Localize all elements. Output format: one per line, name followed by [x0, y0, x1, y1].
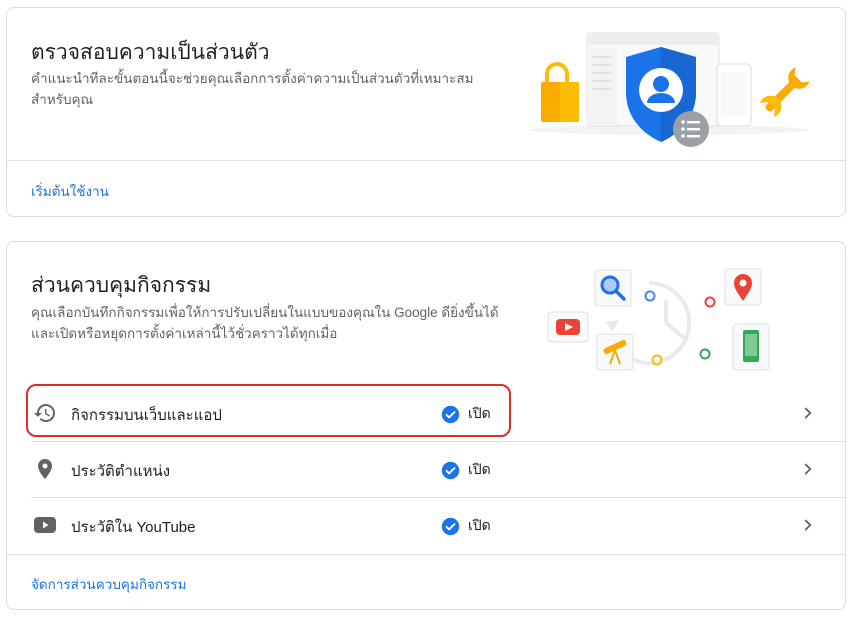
activity-controls-card: ส่วนควบคุมกิจกรรม คุณเลือกบันทึกกิจกรรมเ…: [6, 241, 846, 610]
privacy-illustration: [529, 32, 810, 147]
row-status-location: เปิด: [441, 459, 491, 481]
status-text: เปิด: [468, 517, 491, 533]
phone-icon: [732, 323, 770, 371]
row-status-youtube: เปิด: [441, 515, 491, 537]
history-icon: [34, 404, 55, 422]
chevron-right-icon: [804, 463, 812, 475]
search-icon: [594, 269, 632, 307]
location-pin-icon: [38, 459, 52, 479]
activity-row-web-app[interactable]: กิจกรรมบนเว็บและแอป เปิด: [31, 385, 821, 440]
activity-card-description: คุณเลือกบันทึกกิจกรรมเพื่อให้การปรับเปลี…: [31, 305, 499, 341]
activity-card-divider: [7, 554, 845, 555]
chevron-right-icon: [804, 407, 812, 419]
row-status-web-app: เปิด: [441, 403, 491, 425]
telescope-icon: [596, 333, 634, 371]
privacy-checkup-card: ตรวจสอบความเป็นส่วนตัว คำแนะนำทีละขั้นตอ…: [6, 7, 846, 217]
status-text: เปิด: [468, 405, 491, 421]
youtube-icon: [34, 517, 56, 533]
status-text: เปิด: [468, 461, 491, 477]
manage-activity-controls-link[interactable]: จัดการส่วนควบคุมกิจกรรม: [31, 573, 187, 595]
map-pin-icon: [724, 268, 762, 306]
activity-illustration: [547, 268, 770, 371]
privacy-card-title: ตรวจสอบความเป็นส่วนตัว: [31, 41, 270, 64]
activity-card-title: ส่วนควบคุมกิจกรรม: [31, 274, 212, 297]
lock-icon: [541, 62, 579, 122]
activity-row-youtube[interactable]: ประวัติใน YouTube เปิด: [31, 497, 821, 552]
check-circle-icon: [441, 405, 460, 423]
activity-row-location[interactable]: ประวัติตำแหน่ง เปิด: [31, 441, 821, 496]
privacy-card-description: คำแนะนำทีละขั้นตอนนี้จะช่วยคุณเลือกการตั…: [31, 71, 474, 107]
privacy-card-divider: [7, 160, 845, 161]
list-icon: [673, 111, 709, 147]
row-label-youtube: ประวัติใน YouTube: [71, 519, 196, 536]
youtube-icon: [547, 311, 589, 343]
row-label-web-app: กิจกรรมบนเว็บและแอป: [71, 407, 222, 424]
get-started-link[interactable]: เริ่มต้นใช้งาน: [31, 180, 109, 202]
check-circle-icon: [441, 517, 460, 535]
check-circle-icon: [441, 461, 460, 479]
phone-icon: [716, 63, 752, 127]
row-label-location: ประวัติตำแหน่ง: [71, 463, 171, 480]
chevron-right-icon: [804, 519, 812, 531]
wrench-icon: [760, 67, 810, 117]
